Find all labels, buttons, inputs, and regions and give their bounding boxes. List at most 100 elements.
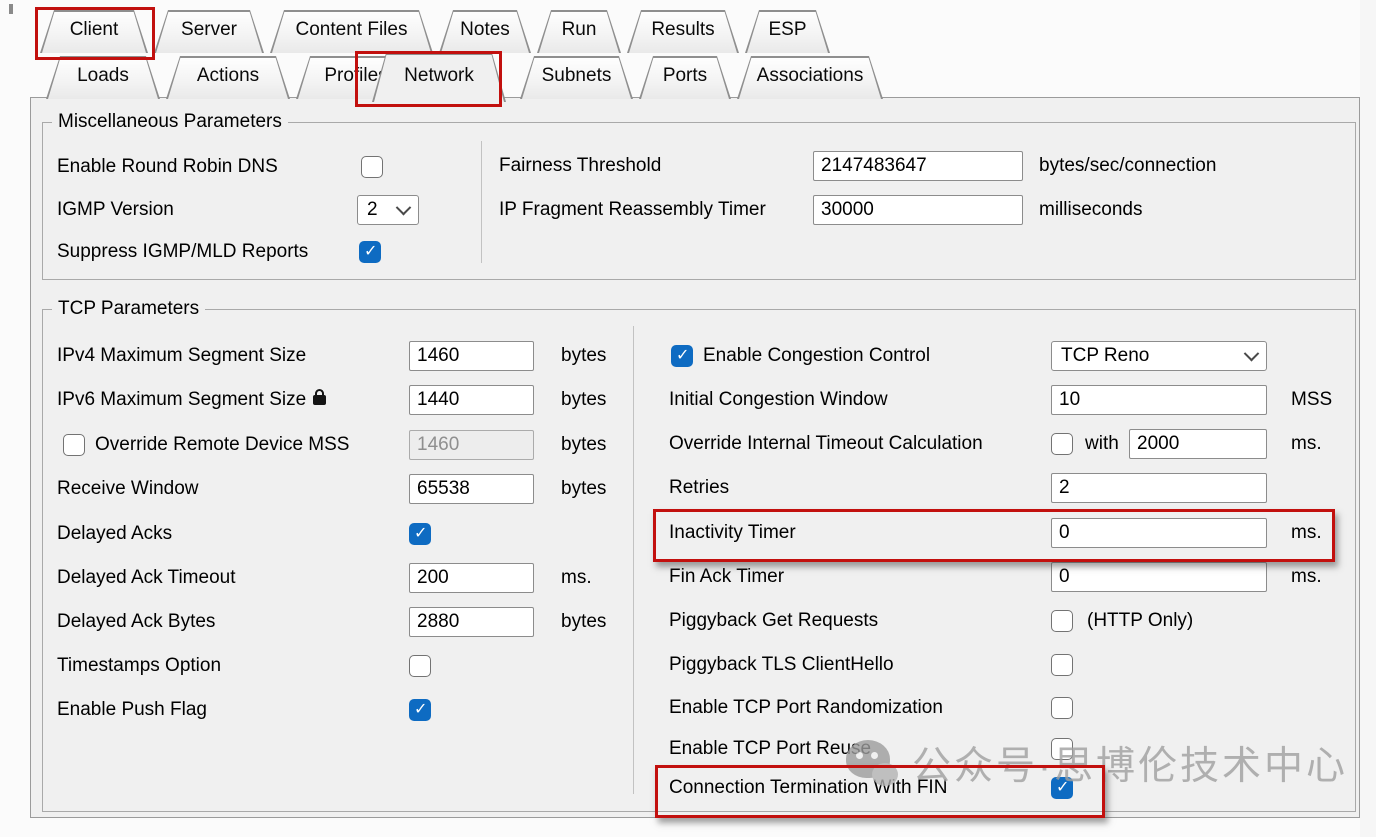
fin-ack-timer-input[interactable] xyxy=(1051,562,1267,592)
tab-esp[interactable]: ESP xyxy=(745,10,830,53)
override-internal-timeout-unit: ms. xyxy=(1291,433,1322,455)
column-divider xyxy=(481,141,482,263)
ipv6-mss-label-text: IPv6 Maximum Segment Size xyxy=(57,389,306,410)
tab-label: ESP xyxy=(745,10,830,41)
ip-fragment-timer-unit: milliseconds xyxy=(1039,199,1142,221)
tab-ports[interactable]: Ports xyxy=(639,56,731,99)
override-remote-mss-input xyxy=(409,430,534,460)
delayed-ack-timeout-label: Delayed Ack Timeout xyxy=(57,567,235,589)
tcp-port-randomization-checkbox[interactable] xyxy=(1051,697,1073,719)
tcp-port-reuse-label: Enable TCP Port Reuse xyxy=(669,738,871,760)
enable-congestion-control-checkbox[interactable] xyxy=(671,345,693,367)
tab-associations[interactable]: Associations xyxy=(737,56,883,99)
tab-network[interactable]: Network xyxy=(372,53,506,102)
piggyback-get-note: (HTTP Only) xyxy=(1087,610,1193,632)
timestamps-option-checkbox[interactable] xyxy=(409,655,431,677)
ip-fragment-timer-label: IP Fragment Reassembly Timer xyxy=(499,199,766,221)
tab-label: Actions xyxy=(166,56,290,87)
ipv6-mss-label: IPv6 Maximum Segment Size xyxy=(57,389,326,411)
ipv4-mss-unit: bytes xyxy=(561,345,606,367)
tab-label: Loads xyxy=(46,56,160,87)
piggyback-tls-checkbox[interactable] xyxy=(1051,654,1073,676)
tab-label: Content Files xyxy=(270,10,433,41)
override-remote-mss-unit: bytes xyxy=(561,434,606,456)
watermark-text: 公众号·思博伦技术中心 xyxy=(912,735,1348,791)
tab-label: Subnets xyxy=(520,56,633,87)
delayed-ack-timeout-unit: ms. xyxy=(561,567,592,589)
delayed-ack-timeout-input[interactable] xyxy=(409,563,534,593)
tab-label: Notes xyxy=(439,10,531,41)
delayed-acks-checkbox[interactable] xyxy=(409,523,431,545)
inactivity-timer-label: Inactivity Timer xyxy=(669,522,796,544)
override-internal-timeout-label: Override Internal Timeout Calculation xyxy=(669,433,983,455)
igmp-version-label: IGMP Version xyxy=(57,199,174,221)
tab-notes[interactable]: Notes xyxy=(439,10,531,53)
window-edge-tick xyxy=(9,4,13,14)
tab-subnets[interactable]: Subnets xyxy=(520,56,633,99)
misc-parameters-group: Miscellaneous Parameters Enable Round Ro… xyxy=(42,122,1356,280)
inactivity-timer-unit: ms. xyxy=(1291,522,1322,544)
fairness-threshold-unit: bytes/sec/connection xyxy=(1039,155,1216,177)
tab-run[interactable]: Run xyxy=(537,10,621,53)
initial-congestion-window-label: Initial Congestion Window xyxy=(669,389,888,411)
chevron-down-icon xyxy=(396,199,412,215)
ip-fragment-timer-input[interactable] xyxy=(813,195,1023,225)
ipv6-mss-unit: bytes xyxy=(561,389,606,411)
initial-congestion-window-unit: MSS xyxy=(1291,389,1332,411)
tab-results[interactable]: Results xyxy=(627,10,739,53)
enable-push-flag-checkbox[interactable] xyxy=(409,699,431,721)
wechat-icon xyxy=(846,740,898,786)
tab-content-files[interactable]: Content Files xyxy=(270,10,433,53)
tab-actions[interactable]: Actions xyxy=(166,56,290,99)
enable-round-robin-dns-label: Enable Round Robin DNS xyxy=(57,156,278,178)
suppress-igmp-mld-label: Suppress IGMP/MLD Reports xyxy=(57,241,308,263)
watermark: 公众号·思博伦技术中心 xyxy=(846,735,1348,791)
tab-loads[interactable]: Loads xyxy=(46,56,160,99)
tab-label: Run xyxy=(537,10,621,41)
congestion-control-select[interactable]: TCP Reno xyxy=(1051,341,1267,371)
fairness-threshold-input[interactable] xyxy=(813,151,1023,181)
initial-congestion-window-input[interactable] xyxy=(1051,385,1267,415)
right-margin xyxy=(1360,0,1376,837)
receive-window-unit: bytes xyxy=(561,478,606,500)
ipv6-mss-input[interactable] xyxy=(409,385,534,415)
enable-congestion-control-label: Enable Congestion Control xyxy=(703,345,930,367)
override-internal-timeout-checkbox[interactable] xyxy=(1051,433,1073,455)
piggyback-get-checkbox[interactable] xyxy=(1051,610,1073,632)
chevron-down-icon xyxy=(1244,345,1260,361)
fin-ack-timer-label: Fin Ack Timer xyxy=(669,566,784,588)
enable-round-robin-dns-checkbox[interactable] xyxy=(361,156,383,178)
igmp-version-value: 2 xyxy=(367,199,378,221)
override-remote-mss-label: Override Remote Device MSS xyxy=(95,434,349,456)
app-screen: Client Server Content Files Notes Run Re… xyxy=(0,0,1376,837)
tab-label: Server xyxy=(154,10,264,41)
delayed-ack-bytes-unit: bytes xyxy=(561,611,606,633)
group-title: TCP Parameters xyxy=(52,298,205,320)
delayed-acks-label: Delayed Acks xyxy=(57,523,172,545)
ipv4-mss-label: IPv4 Maximum Segment Size xyxy=(57,345,306,367)
override-internal-timeout-input[interactable] xyxy=(1129,429,1267,459)
ipv4-mss-input[interactable] xyxy=(409,341,534,371)
override-remote-mss-checkbox[interactable] xyxy=(63,434,85,456)
retries-label: Retries xyxy=(669,477,729,499)
delayed-ack-bytes-label: Delayed Ack Bytes xyxy=(57,611,215,633)
tab-server[interactable]: Server xyxy=(154,10,264,53)
receive-window-input[interactable] xyxy=(409,474,534,504)
enable-push-flag-label: Enable Push Flag xyxy=(57,699,207,721)
fin-ack-timer-unit: ms. xyxy=(1291,566,1322,588)
override-internal-timeout-with-label: with xyxy=(1085,433,1119,455)
tab-label: Associations xyxy=(737,56,883,87)
piggyback-get-label: Piggyback Get Requests xyxy=(669,610,878,632)
delayed-ack-bytes-input[interactable] xyxy=(409,607,534,637)
chat-bubble-small-icon xyxy=(872,763,898,786)
timestamps-option-label: Timestamps Option xyxy=(57,655,221,677)
lock-icon xyxy=(313,395,326,405)
piggyback-tls-label: Piggyback TLS ClientHello xyxy=(669,654,894,676)
suppress-igmp-mld-checkbox[interactable] xyxy=(359,241,381,263)
inactivity-timer-input[interactable] xyxy=(1051,518,1267,548)
congestion-control-value: TCP Reno xyxy=(1061,345,1149,367)
igmp-version-select[interactable]: 2 xyxy=(357,195,419,225)
tab-client[interactable]: Client xyxy=(40,10,148,53)
retries-input[interactable] xyxy=(1051,473,1267,503)
column-divider xyxy=(633,326,634,794)
